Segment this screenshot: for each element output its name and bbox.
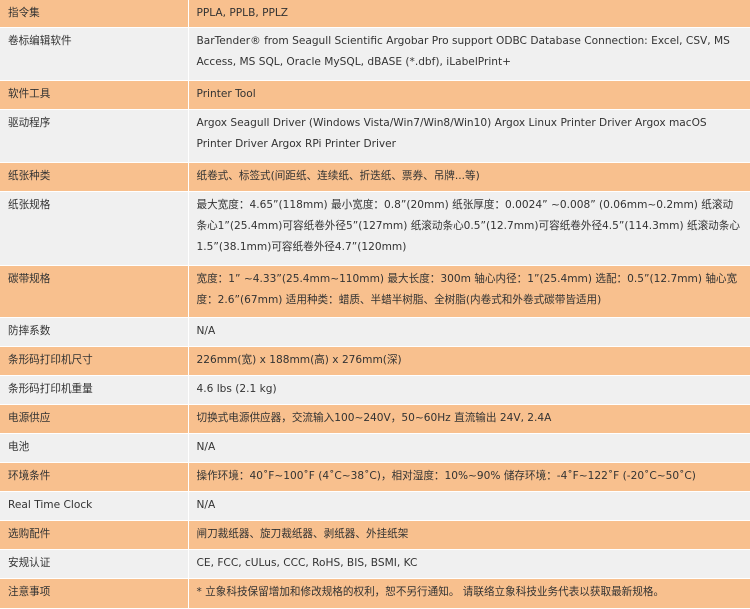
spec-row-certifications: 安规认证 CE, FCC, cULus, CCC, RoHS, BIS, BSM… bbox=[0, 549, 750, 579]
spec-label: 安规认证 bbox=[0, 549, 189, 579]
spec-row-power: 电源供应 切换式电源供应器，交流输入100~240V，50~60Hz 直流输出 … bbox=[0, 404, 750, 434]
spec-value: 纸卷式、标签式(间距纸、连续纸、折迭纸、票券、吊牌...等) bbox=[188, 162, 750, 192]
spec-row-ribbon-spec: 碳带规格 宽度：1” ~4.33”(25.4mm~110mm) 最大长度：300… bbox=[0, 265, 750, 318]
spec-label: 纸张种类 bbox=[0, 162, 189, 192]
spec-label: 条形码打印机重量 bbox=[0, 375, 189, 405]
spec-value: PPLA, PPLB, PPLZ bbox=[188, 0, 750, 28]
spec-label: 选购配件 bbox=[0, 520, 189, 550]
spec-row-drop-rating: 防摔系数 N/A bbox=[0, 317, 750, 347]
spec-label: 条形码打印机尺寸 bbox=[0, 346, 189, 376]
spec-row-command-set: 指令集 PPLA, PPLB, PPLZ bbox=[0, 0, 750, 28]
spec-label: 注意事项 bbox=[0, 578, 189, 609]
spec-row-dimensions: 条形码打印机尺寸 226mm(宽) x 188mm(高) x 276mm(深) bbox=[0, 346, 750, 376]
spec-label: 电池 bbox=[0, 433, 189, 463]
spec-value: 宽度：1” ~4.33”(25.4mm~110mm) 最大长度：300m 轴心内… bbox=[188, 265, 750, 318]
spec-value: BarTender® from Seagull Scientific Argob… bbox=[188, 27, 750, 81]
spec-row-software-tool: 软件工具 Printer Tool bbox=[0, 80, 750, 110]
spec-label: 碳带规格 bbox=[0, 265, 189, 318]
spec-label: 驱动程序 bbox=[0, 109, 189, 163]
spec-value: N/A bbox=[188, 317, 750, 347]
spec-label: 软件工具 bbox=[0, 80, 189, 110]
spec-value: N/A bbox=[188, 491, 750, 521]
spec-row-real-time-clock: Real Time Clock N/A bbox=[0, 491, 750, 521]
spec-label: 卷标编辑软件 bbox=[0, 27, 189, 81]
spec-value: 4.6 lbs (2.1 kg) bbox=[188, 375, 750, 405]
spec-value: N/A bbox=[188, 433, 750, 463]
spec-value: 切换式电源供应器，交流输入100~240V，50~60Hz 直流输出 24V, … bbox=[188, 404, 750, 434]
spec-row-label-software: 卷标编辑软件 BarTender® from Seagull Scientifi… bbox=[0, 27, 750, 81]
spec-label: 指令集 bbox=[0, 0, 189, 28]
spec-row-media-type: 纸张种类 纸卷式、标签式(间距纸、连续纸、折迭纸、票券、吊牌...等) bbox=[0, 162, 750, 192]
spec-row-notes: 注意事项 * 立象科技保留增加和修改规格的权利，恕不另行通知。 请联络立象科技业… bbox=[0, 578, 750, 609]
spec-row-weight: 条形码打印机重量 4.6 lbs (2.1 kg) bbox=[0, 375, 750, 405]
spec-value: * 立象科技保留增加和修改规格的权利，恕不另行通知。 请联络立象科技业务代表以获… bbox=[188, 578, 750, 609]
spec-label: 纸张规格 bbox=[0, 191, 189, 266]
spec-value: Printer Tool bbox=[188, 80, 750, 110]
spec-row-media-spec: 纸张规格 最大宽度：4.65”(118mm) 最小宽度：0.8”(20mm) 纸… bbox=[0, 191, 750, 266]
spec-label: 防摔系数 bbox=[0, 317, 189, 347]
spec-row-battery: 电池 N/A bbox=[0, 433, 750, 463]
spec-label: Real Time Clock bbox=[0, 491, 189, 521]
spec-label: 电源供应 bbox=[0, 404, 189, 434]
spec-row-environment: 环境条件 操作环境：40˚F~100˚F (4˚C~38˚C)，相对湿度：10%… bbox=[0, 462, 750, 492]
spec-value: Argox Seagull Driver (Windows Vista/Win7… bbox=[188, 109, 750, 163]
spec-table: 指令集 PPLA, PPLB, PPLZ 卷标编辑软件 BarTender® f… bbox=[0, 0, 750, 609]
spec-label: 环境条件 bbox=[0, 462, 189, 492]
spec-value: 226mm(宽) x 188mm(高) x 276mm(深) bbox=[188, 346, 750, 376]
spec-value: 最大宽度：4.65”(118mm) 最小宽度：0.8”(20mm) 纸张厚度：0… bbox=[188, 191, 750, 266]
spec-value: 操作环境：40˚F~100˚F (4˚C~38˚C)，相对湿度：10%~90% … bbox=[188, 462, 750, 492]
spec-value: 闸刀裁纸器、旋刀裁纸器、剥纸器、外挂纸架 bbox=[188, 520, 750, 550]
spec-row-accessories: 选购配件 闸刀裁纸器、旋刀裁纸器、剥纸器、外挂纸架 bbox=[0, 520, 750, 550]
spec-row-driver: 驱动程序 Argox Seagull Driver (Windows Vista… bbox=[0, 109, 750, 163]
spec-value: CE, FCC, cULus, CCC, RoHS, BIS, BSMI, KC bbox=[188, 549, 750, 579]
